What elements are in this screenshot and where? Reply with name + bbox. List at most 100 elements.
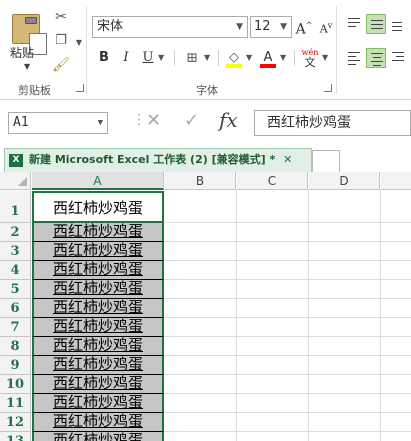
- copy-icon[interactable]: ❐: [52, 32, 70, 50]
- paste-label[interactable]: 粘贴: [10, 44, 34, 61]
- font-launcher-icon[interactable]: [324, 84, 332, 92]
- workbook-tab[interactable]: X 新建 Microsoft Excel 工作表 (2) [兼容模式] * ✕: [4, 148, 312, 172]
- align-bottom-icon[interactable]: [388, 14, 408, 34]
- italic-button[interactable]: I: [116, 48, 136, 68]
- underline-button[interactable]: U: [138, 48, 158, 68]
- font-color-dropdown-icon[interactable]: ▼: [280, 48, 286, 68]
- cell-text: 西红柿炒鸡蛋: [52, 412, 143, 430]
- excel-icon: X: [9, 154, 23, 167]
- row-header[interactable]: 12: [0, 413, 31, 432]
- cell-a[interactable]: 西红柿炒鸡蛋: [32, 223, 164, 242]
- cancel-icon[interactable]: ✕: [146, 110, 161, 131]
- column-header-d[interactable]: D: [309, 172, 380, 190]
- format-painter-icon[interactable]: 🖌: [52, 56, 70, 74]
- cell-a[interactable]: 西红柿炒鸡蛋: [32, 413, 164, 432]
- phonetic-icon[interactable]: wén 文: [300, 48, 320, 68]
- active-cell-a1[interactable]: 西红柿炒鸡蛋: [32, 191, 164, 223]
- row-header[interactable]: 10: [0, 375, 31, 394]
- cell-a[interactable]: 西红柿炒鸡蛋: [32, 242, 164, 261]
- cell-text: 西红柿炒鸡蛋: [52, 393, 143, 411]
- align-right-icon[interactable]: [388, 48, 408, 68]
- cell-a[interactable]: 西红柿炒鸡蛋: [32, 337, 164, 356]
- cell-text: 西红柿炒鸡蛋: [52, 260, 143, 278]
- gridline: [164, 279, 411, 280]
- row-header[interactable]: 4: [0, 261, 31, 280]
- align-left-icon[interactable]: [344, 48, 364, 68]
- cell-text: 西红柿炒鸡蛋: [52, 374, 143, 392]
- gridline: [164, 222, 411, 223]
- align-center-icon[interactable]: [366, 48, 386, 68]
- font-color-icon[interactable]: A: [258, 48, 278, 68]
- row-header[interactable]: 13: [0, 432, 31, 441]
- gridline: [164, 412, 411, 413]
- phonetic-dropdown-icon[interactable]: ▼: [322, 48, 328, 68]
- row-header[interactable]: 6: [0, 299, 31, 318]
- shrink-font-button[interactable]: Av: [316, 16, 336, 36]
- grow-font-button[interactable]: A^: [294, 16, 314, 38]
- font-name-select[interactable]: 宋体 ▼: [92, 16, 248, 38]
- row-header[interactable]: 2: [0, 223, 31, 242]
- cell-text: 西红柿炒鸡蛋: [52, 279, 143, 297]
- column-header-e[interactable]: [381, 172, 411, 190]
- column-header-a[interactable]: A: [32, 172, 164, 190]
- column-header-c[interactable]: C: [237, 172, 308, 190]
- underline-dropdown-icon[interactable]: ▼: [158, 48, 164, 68]
- group-divider: [336, 6, 337, 94]
- align-middle-icon[interactable]: [366, 14, 386, 34]
- paste-dropdown-icon[interactable]: ▼: [24, 62, 30, 71]
- row-header[interactable]: 1: [0, 191, 31, 223]
- row-header[interactable]: 7: [0, 318, 31, 337]
- border-icon[interactable]: ⊞: [182, 48, 202, 68]
- cell-a[interactable]: 西红柿炒鸡蛋: [32, 375, 164, 394]
- cut-icon[interactable]: ✂: [52, 8, 70, 26]
- gridline: [164, 431, 411, 432]
- cell-a[interactable]: 西红柿炒鸡蛋: [32, 432, 164, 441]
- cell-text: 西红柿炒鸡蛋: [52, 336, 143, 354]
- cell-text: 西红柿炒鸡蛋: [52, 355, 143, 373]
- cell-text: 西红柿炒鸡蛋: [52, 199, 143, 217]
- worksheet-grid[interactable]: A B C D 1 西红柿炒鸡蛋 2 西红柿炒鸡蛋 3 西红柿炒鸡蛋 4 西红柿炒鸡蛋 5 西红柿…: [0, 172, 411, 441]
- enter-icon[interactable]: ✓: [184, 110, 199, 131]
- chevron-down-icon: ▼: [97, 118, 103, 128]
- gridline: [164, 355, 411, 356]
- cell-text: 西红柿炒鸡蛋: [52, 431, 143, 441]
- font-size-select[interactable]: 12 ▼: [250, 16, 292, 38]
- cell-a[interactable]: 西红柿炒鸡蛋: [32, 299, 164, 318]
- formula-bar-grip-icon: ⋮: [132, 112, 146, 128]
- divider: [218, 50, 219, 66]
- cell-a[interactable]: 西红柿炒鸡蛋: [32, 280, 164, 299]
- font-name-value: 宋体: [97, 19, 124, 34]
- cell-a[interactable]: 西红柿炒鸡蛋: [32, 318, 164, 337]
- cell-a[interactable]: 西红柿炒鸡蛋: [32, 261, 164, 280]
- row-header[interactable]: 3: [0, 242, 31, 261]
- bold-button[interactable]: B: [94, 48, 114, 68]
- row-header[interactable]: 5: [0, 280, 31, 299]
- close-icon[interactable]: ✕: [283, 153, 292, 166]
- row-header[interactable]: 8: [0, 337, 31, 356]
- new-workbook-tab[interactable]: [312, 150, 340, 172]
- row-header[interactable]: 11: [0, 394, 31, 413]
- fill-color-icon[interactable]: ◇: [224, 48, 244, 68]
- clipboard-launcher-icon[interactable]: [76, 84, 84, 92]
- gridline: [308, 190, 309, 441]
- clipboard-icon: [12, 14, 47, 55]
- chevron-down-icon: ▼: [280, 22, 287, 32]
- cell-a[interactable]: 西红柿炒鸡蛋: [32, 394, 164, 413]
- select-all-button[interactable]: [0, 172, 31, 190]
- gridline: [380, 190, 381, 441]
- name-box[interactable]: A1 ▼: [8, 112, 108, 134]
- gridline: [164, 374, 411, 375]
- fill-color-dropdown-icon[interactable]: ▼: [246, 48, 252, 68]
- cell-a[interactable]: 西红柿炒鸡蛋: [32, 356, 164, 375]
- align-top-icon[interactable]: [344, 14, 364, 34]
- formula-input[interactable]: 西红柿炒鸡蛋: [254, 110, 411, 136]
- gridline: [164, 298, 411, 299]
- gridline: [164, 317, 411, 318]
- gridline: [164, 336, 411, 337]
- border-dropdown-icon[interactable]: ▼: [204, 48, 210, 68]
- gridline: [236, 190, 237, 441]
- insert-function-icon[interactable]: fx: [219, 108, 238, 132]
- column-header-b[interactable]: B: [165, 172, 236, 190]
- gridline: [164, 260, 411, 261]
- row-header[interactable]: 9: [0, 356, 31, 375]
